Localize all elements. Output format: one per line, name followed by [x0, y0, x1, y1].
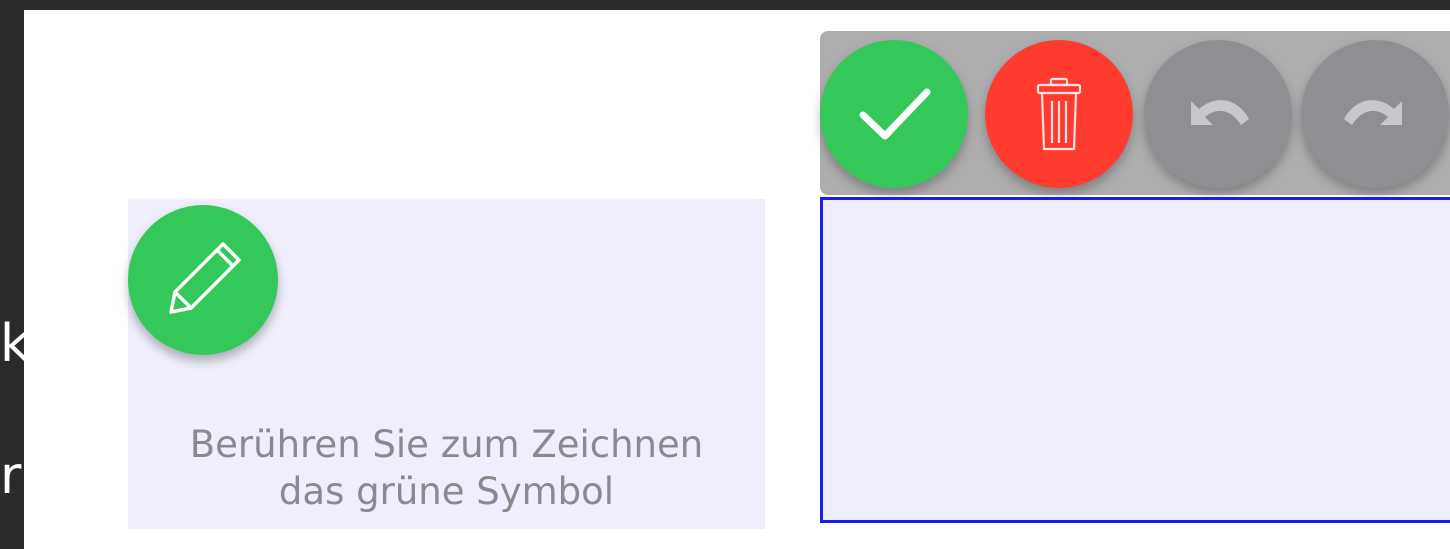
draw-hint-text: Berühren Sie zum Zeichnen das grüne Symb…: [128, 421, 765, 515]
clear-button[interactable]: [985, 40, 1133, 188]
hint-line: das grüne Symbol: [278, 470, 615, 513]
pencil-icon: [169, 242, 241, 314]
checkmark-icon: [859, 88, 931, 140]
draw-prompt-card: Berühren Sie zum Zeichnen das grüne Symb…: [128, 199, 765, 529]
redo-button[interactable]: [1301, 40, 1449, 188]
background-partial-text: r: [0, 446, 22, 506]
undo-icon: [1191, 100, 1249, 125]
signature-toolbar: [820, 31, 1450, 195]
start-drawing-button[interactable]: [128, 205, 278, 355]
redo-icon: [1344, 100, 1402, 125]
signature-canvas[interactable]: [820, 197, 1450, 523]
undo-button[interactable]: [1144, 40, 1292, 188]
trash-icon: [1036, 77, 1082, 151]
hint-line: Berühren Sie zum Zeichnen: [189, 423, 704, 466]
confirm-button[interactable]: [820, 40, 968, 188]
